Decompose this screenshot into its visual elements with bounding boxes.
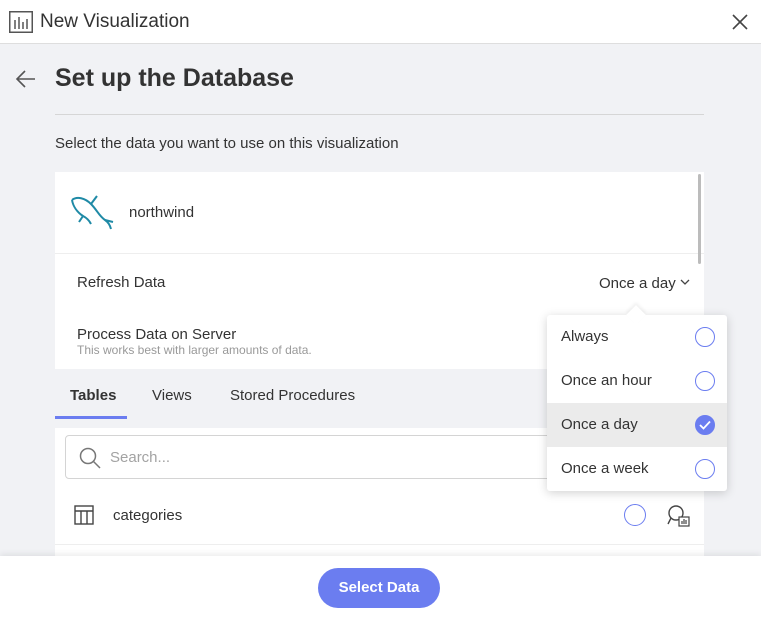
refresh-option-always[interactable]: Always: [547, 315, 727, 359]
window-title: New Visualization: [40, 11, 190, 32]
table-row[interactable]: categories: [55, 491, 704, 545]
database-name: northwind: [129, 204, 195, 221]
option-radio-checked[interactable]: [695, 415, 715, 435]
option-label: Once a week: [561, 460, 649, 477]
option-radio[interactable]: [695, 327, 715, 347]
footer-bar: Select Data: [0, 556, 761, 619]
table-select-radio[interactable]: [624, 504, 646, 526]
close-icon[interactable]: [729, 11, 751, 33]
process-data-hint: This works best with larger amounts of d…: [77, 343, 312, 357]
table-grid-icon: [74, 505, 94, 525]
refresh-data-value: Once a day: [599, 275, 676, 292]
page-subtitle: Select the data you want to use on this …: [55, 135, 399, 152]
tab-stored-procedures[interactable]: Stored Procedures: [230, 387, 355, 404]
refresh-option-once-an-hour[interactable]: Once an hour: [547, 359, 727, 403]
checkmark-icon: [699, 420, 711, 430]
option-radio[interactable]: [695, 371, 715, 391]
tab-tables[interactable]: Tables: [70, 387, 116, 404]
page-title: Set up the Database: [55, 64, 294, 92]
refresh-option-once-a-day[interactable]: Once a day: [547, 403, 727, 447]
select-data-button[interactable]: Select Data: [318, 568, 440, 608]
title-bar: New Visualization: [0, 0, 761, 44]
bar-chart-icon: [9, 11, 33, 33]
refresh-option-once-a-week[interactable]: Once a week: [547, 447, 727, 491]
active-tab-indicator: [55, 416, 127, 419]
scrollbar[interactable]: [698, 174, 701, 264]
refresh-data-label: Refresh Data: [77, 274, 166, 291]
database-row: northwind: [55, 172, 704, 254]
mysql-dolphin-icon: [71, 195, 114, 230]
search-icon: [79, 447, 101, 469]
option-label: Always: [561, 328, 609, 345]
refresh-data-select[interactable]: Once a day: [599, 275, 690, 292]
option-label: Once a day: [561, 416, 638, 433]
chevron-down-icon: [680, 279, 690, 285]
option-radio[interactable]: [695, 459, 715, 479]
preview-data-icon[interactable]: [667, 504, 691, 528]
table-name: categories: [113, 507, 183, 524]
header-divider: [55, 114, 704, 115]
tab-views[interactable]: Views: [152, 387, 192, 404]
option-label: Once an hour: [561, 372, 652, 389]
refresh-options-dropdown: Always Once an hour Once a day Once a we…: [547, 305, 727, 491]
process-data-label: Process Data on Server: [77, 326, 237, 343]
arrow-left-icon[interactable]: [14, 67, 38, 91]
